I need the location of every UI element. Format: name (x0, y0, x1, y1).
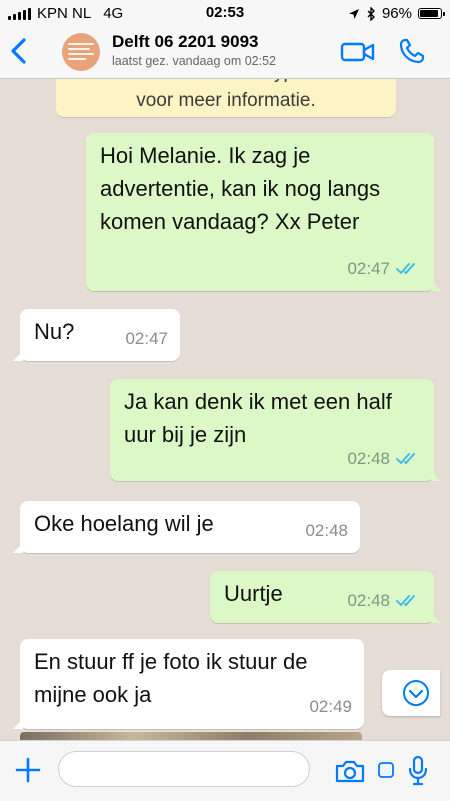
location-arrow-icon (348, 8, 359, 19)
message-time: 02:47 (347, 259, 390, 278)
status-right: 96% (348, 5, 445, 22)
last-seen: laatst gez. vandaag om 02:52 (112, 54, 277, 68)
chat-area[interactable]: met end-to-end encryptie. Tik voor meer … (0, 79, 450, 737)
message-bubble-outgoing[interactable]: Uurtje 02:48 (210, 571, 441, 623)
double-check-read-icon (396, 262, 415, 274)
contact-name: Delft 06 2201 9093 (112, 32, 259, 51)
phone-call-icon[interactable] (398, 37, 426, 65)
message-time: 02:48 (305, 521, 348, 540)
message-bubble-incoming[interactable]: En stuur ff je foto ik stuur de mijne oo… (13, 639, 364, 729)
encryption-notice[interactable]: met end-to-end encryptie. Tik voor meer … (56, 79, 396, 117)
back-chevron-icon[interactable] (6, 36, 32, 66)
camera-icon[interactable] (334, 758, 366, 784)
contact-info[interactable]: Delft 06 2201 9093 laatst gez. vandaag o… (112, 32, 276, 68)
message-input[interactable] (58, 751, 310, 787)
message-text: Ja kan denk ik met een half uur bij je z… (124, 389, 392, 447)
chevron-down-circle-icon (403, 680, 429, 706)
chat-header: Delft 06 2201 9093 laatst gez. vandaag o… (0, 26, 450, 79)
input-bar (0, 740, 450, 801)
avatar[interactable] (62, 33, 100, 71)
sticker-icon[interactable] (378, 760, 394, 780)
battery-icon (418, 8, 445, 19)
double-check-read-icon (396, 594, 415, 606)
message-time: 02:48 (347, 449, 390, 468)
message-bubble-outgoing[interactable]: Hoi Melanie. Ik zag je advertentie, kan … (86, 133, 441, 291)
video-call-icon[interactable] (340, 39, 376, 65)
message-bubble-incoming[interactable]: Oke hoelang wil je 02:48 (13, 501, 360, 553)
message-bubble-incoming[interactable]: Nu? 02:47 (13, 309, 180, 361)
message-time: 02:48 (347, 591, 390, 610)
message-time: 02:49 (309, 697, 352, 716)
double-check-read-icon (396, 452, 415, 464)
status-bar: KPN NL 4G 02:53 96% (0, 0, 450, 26)
microphone-icon[interactable] (408, 755, 428, 787)
battery-percentage: 96% (381, 5, 412, 22)
message-time: 02:47 (125, 329, 168, 348)
encryption-notice-line2: voor meer informatie. (136, 90, 316, 111)
encryption-notice-line1: met end-to-end encryptie. Tik (56, 79, 396, 87)
bluetooth-icon (367, 6, 375, 21)
scroll-to-bottom-button[interactable] (382, 670, 440, 716)
message-bubble-outgoing[interactable]: Ja kan denk ik met een half uur bij je z… (110, 379, 441, 481)
plus-icon[interactable] (14, 756, 42, 784)
message-text: Hoi Melanie. Ik zag je advertentie, kan … (100, 143, 381, 234)
